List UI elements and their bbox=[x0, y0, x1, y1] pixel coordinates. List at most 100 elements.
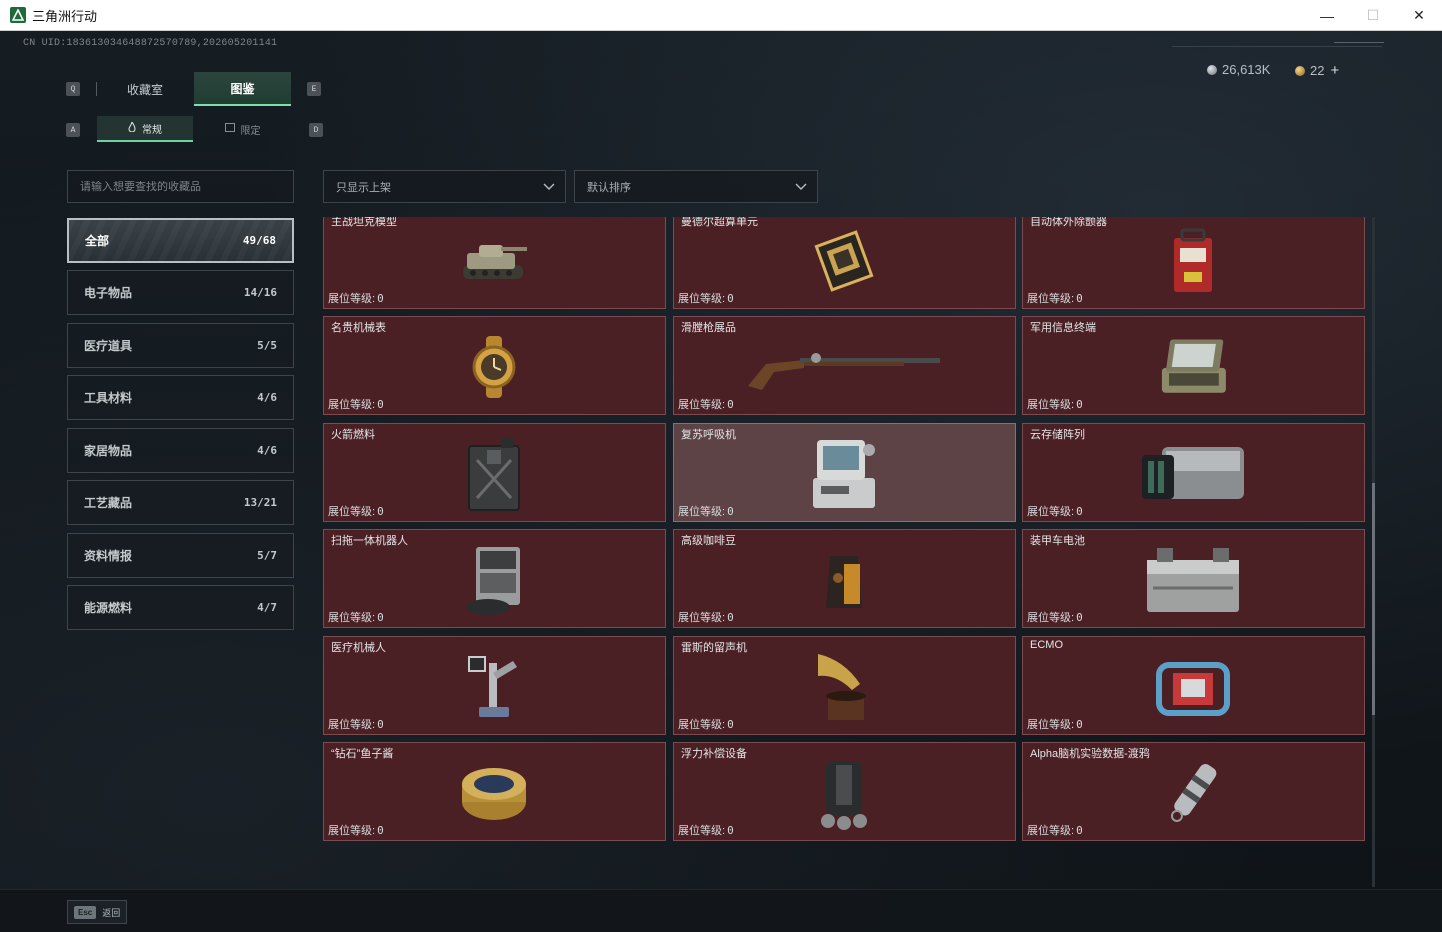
medical-robot-icon bbox=[454, 649, 534, 725]
level-label: 展位等级: bbox=[678, 612, 726, 624]
card-item-name: 浮力补偿设备 bbox=[681, 748, 747, 760]
chevron-down-icon bbox=[795, 183, 807, 190]
level-label: 展位等级: bbox=[328, 719, 376, 731]
card-item-name: 云存储阵列 bbox=[1030, 429, 1085, 441]
level-value: 0 bbox=[727, 611, 734, 624]
card-level: 展位等级: 0 bbox=[328, 822, 384, 838]
tab-catalog[interactable]: 图鉴 bbox=[194, 72, 291, 106]
decorative-divider bbox=[1334, 42, 1384, 43]
silver-currency: 26,613K bbox=[1207, 62, 1270, 77]
collection-card[interactable]: 主战坦克模型 展位等级: 0 bbox=[323, 217, 666, 309]
category-item[interactable]: 全部 49/68 bbox=[67, 218, 294, 263]
category-item[interactable]: 电子物品 14/16 bbox=[67, 270, 294, 315]
cpu-icon bbox=[804, 223, 884, 299]
collection-card[interactable]: 扫拖一体机器人 展位等级: 0 bbox=[323, 529, 666, 628]
back-button[interactable]: Esc 返回 bbox=[67, 900, 128, 924]
collection-card[interactable]: 名贵机械表 展位等级: 0 bbox=[323, 316, 666, 415]
collection-card[interactable]: 云存储阵列 展位等级: 0 bbox=[1022, 423, 1365, 522]
subtab-regular[interactable]: 常规 bbox=[97, 116, 193, 142]
level-value: 0 bbox=[1076, 824, 1083, 837]
collection-card[interactable]: 雷斯的留声机 展位等级: 0 bbox=[673, 636, 1016, 735]
category-count: 5/5 bbox=[257, 339, 277, 352]
player-uid: CN UID:18361303464887257078​9,2026052011… bbox=[23, 38, 278, 49]
card-level: 展位等级: 0 bbox=[1027, 716, 1083, 732]
collection-card[interactable]: ECMO 展位等级: 0 bbox=[1022, 636, 1365, 735]
level-label: 展位等级: bbox=[328, 506, 376, 518]
collection-grid: 主战坦克模型 展位等级: 0 曼德尔超算单元 展位等级: 0 自动体外除颤器 展位等级: 0 名贵… bbox=[322, 217, 1367, 887]
category-count: 49/68 bbox=[242, 234, 276, 247]
window-titlebar: 三角洲行动 — ☐ ✕ bbox=[0, 0, 1442, 31]
collection-card[interactable]: 火箭燃料 展位等级: 0 bbox=[323, 423, 666, 522]
search-input[interactable] bbox=[80, 180, 293, 193]
watch-icon bbox=[454, 329, 534, 405]
category-count: 13/21 bbox=[243, 496, 277, 509]
ecmo-icon bbox=[1153, 649, 1233, 725]
collection-card[interactable]: 高级咖啡豆 展位等级: 0 bbox=[673, 529, 1016, 628]
level-value: 0 bbox=[727, 505, 734, 518]
esc-key-hint: Esc bbox=[74, 905, 97, 919]
category-label: 工具材料 bbox=[84, 391, 133, 405]
category-label: 医疗道具 bbox=[84, 339, 133, 353]
category-item[interactable]: 工具材料 4/6 bbox=[67, 375, 294, 420]
level-label: 展位等级: bbox=[678, 399, 726, 411]
category-item[interactable]: 医疗道具 5/5 bbox=[67, 323, 294, 368]
level-value: 0 bbox=[1076, 611, 1083, 624]
category-label: 电子物品 bbox=[84, 286, 133, 300]
gold-amount: 22 bbox=[1310, 63, 1325, 78]
category-item[interactable]: 家居物品 4/6 bbox=[67, 428, 294, 473]
scrollbar-thumb[interactable] bbox=[1372, 483, 1375, 715]
gold-currency: 22 + bbox=[1295, 62, 1339, 79]
level-value: 0 bbox=[1076, 718, 1083, 731]
display-filter-value: 只显示上架 bbox=[336, 181, 391, 194]
collection-card[interactable]: 自动体外除颤器 展位等级: 0 bbox=[1022, 217, 1365, 309]
level-label: 展位等级: bbox=[678, 719, 726, 731]
caviar-icon bbox=[454, 755, 534, 831]
minimize-button[interactable]: — bbox=[1304, 0, 1350, 31]
card-item-name: Alpha脑机实验数据-渡鸦 bbox=[1030, 748, 1150, 760]
category-count: 4/6 bbox=[257, 444, 277, 457]
category-count: 5/7 bbox=[257, 549, 277, 562]
level-value: 0 bbox=[727, 398, 734, 411]
collection-card[interactable]: 复苏呼吸机 展位等级: 0 bbox=[673, 423, 1016, 522]
gramophone-icon bbox=[804, 649, 884, 725]
card-item-name: 名贵机械表 bbox=[331, 322, 386, 334]
level-value: 0 bbox=[377, 718, 384, 731]
subtab-limited[interactable]: 限定 bbox=[194, 116, 291, 142]
collection-card[interactable]: 曼德尔超算单元 展位等级: 0 bbox=[673, 217, 1016, 309]
collection-card[interactable]: 军用信息终端 展位等级: 0 bbox=[1022, 316, 1365, 415]
category-item[interactable]: 工艺藏品 13/21 bbox=[67, 480, 294, 525]
sort-value: 默认排序 bbox=[587, 181, 631, 194]
add-currency-button[interactable]: + bbox=[1330, 62, 1339, 79]
gold-coin-icon bbox=[1295, 65, 1305, 76]
fuel-can-icon bbox=[454, 436, 534, 512]
close-button[interactable]: ✕ bbox=[1396, 0, 1442, 31]
sort-dropdown[interactable]: 默认排序 bbox=[574, 170, 818, 203]
collection-card[interactable]: Alpha脑机实验数据-渡鸦 展位等级: 0 bbox=[1022, 742, 1365, 841]
category-count: 14/16 bbox=[243, 286, 277, 299]
card-level: 展位等级: 0 bbox=[1027, 396, 1083, 412]
level-label: 展位等级: bbox=[328, 399, 376, 411]
level-label: 展位等级: bbox=[328, 825, 376, 837]
bottom-bar: Esc 返回 bbox=[0, 889, 1442, 932]
grid-scrollbar[interactable] bbox=[1372, 217, 1375, 887]
collection-card[interactable]: 浮力补偿设备 展位等级: 0 bbox=[673, 742, 1016, 841]
level-value: 0 bbox=[1076, 505, 1083, 518]
collection-card[interactable]: 医疗机械人 展位等级: 0 bbox=[323, 636, 666, 735]
flame-icon bbox=[128, 120, 136, 135]
card-item-name: 雷斯的留声机 bbox=[681, 642, 747, 654]
ventilator-icon bbox=[804, 436, 884, 512]
collection-card[interactable]: “钻石”鱼子酱 展位等级: 0 bbox=[323, 742, 666, 841]
card-item-name: 火箭燃料 bbox=[331, 429, 375, 441]
collection-card[interactable]: 装甲车电池 展位等级: 0 bbox=[1022, 529, 1365, 628]
collection-card[interactable]: 滑膛枪展品 展位等级: 0 bbox=[673, 316, 1016, 415]
card-level: 展位等级: 0 bbox=[678, 609, 734, 625]
tank-icon bbox=[454, 223, 534, 299]
tab-collection-room[interactable]: 收藏室 bbox=[97, 72, 193, 106]
search-box[interactable] bbox=[67, 170, 294, 203]
card-level: 展位等级: 0 bbox=[1027, 290, 1083, 306]
category-item[interactable]: 资料情报 5/7 bbox=[67, 533, 294, 578]
category-item[interactable]: 能源燃料 4/7 bbox=[67, 585, 294, 630]
maximize-button[interactable]: ☐ bbox=[1350, 0, 1396, 31]
level-label: 展位等级: bbox=[328, 612, 376, 624]
display-filter-dropdown[interactable]: 只显示上架 bbox=[323, 170, 566, 203]
